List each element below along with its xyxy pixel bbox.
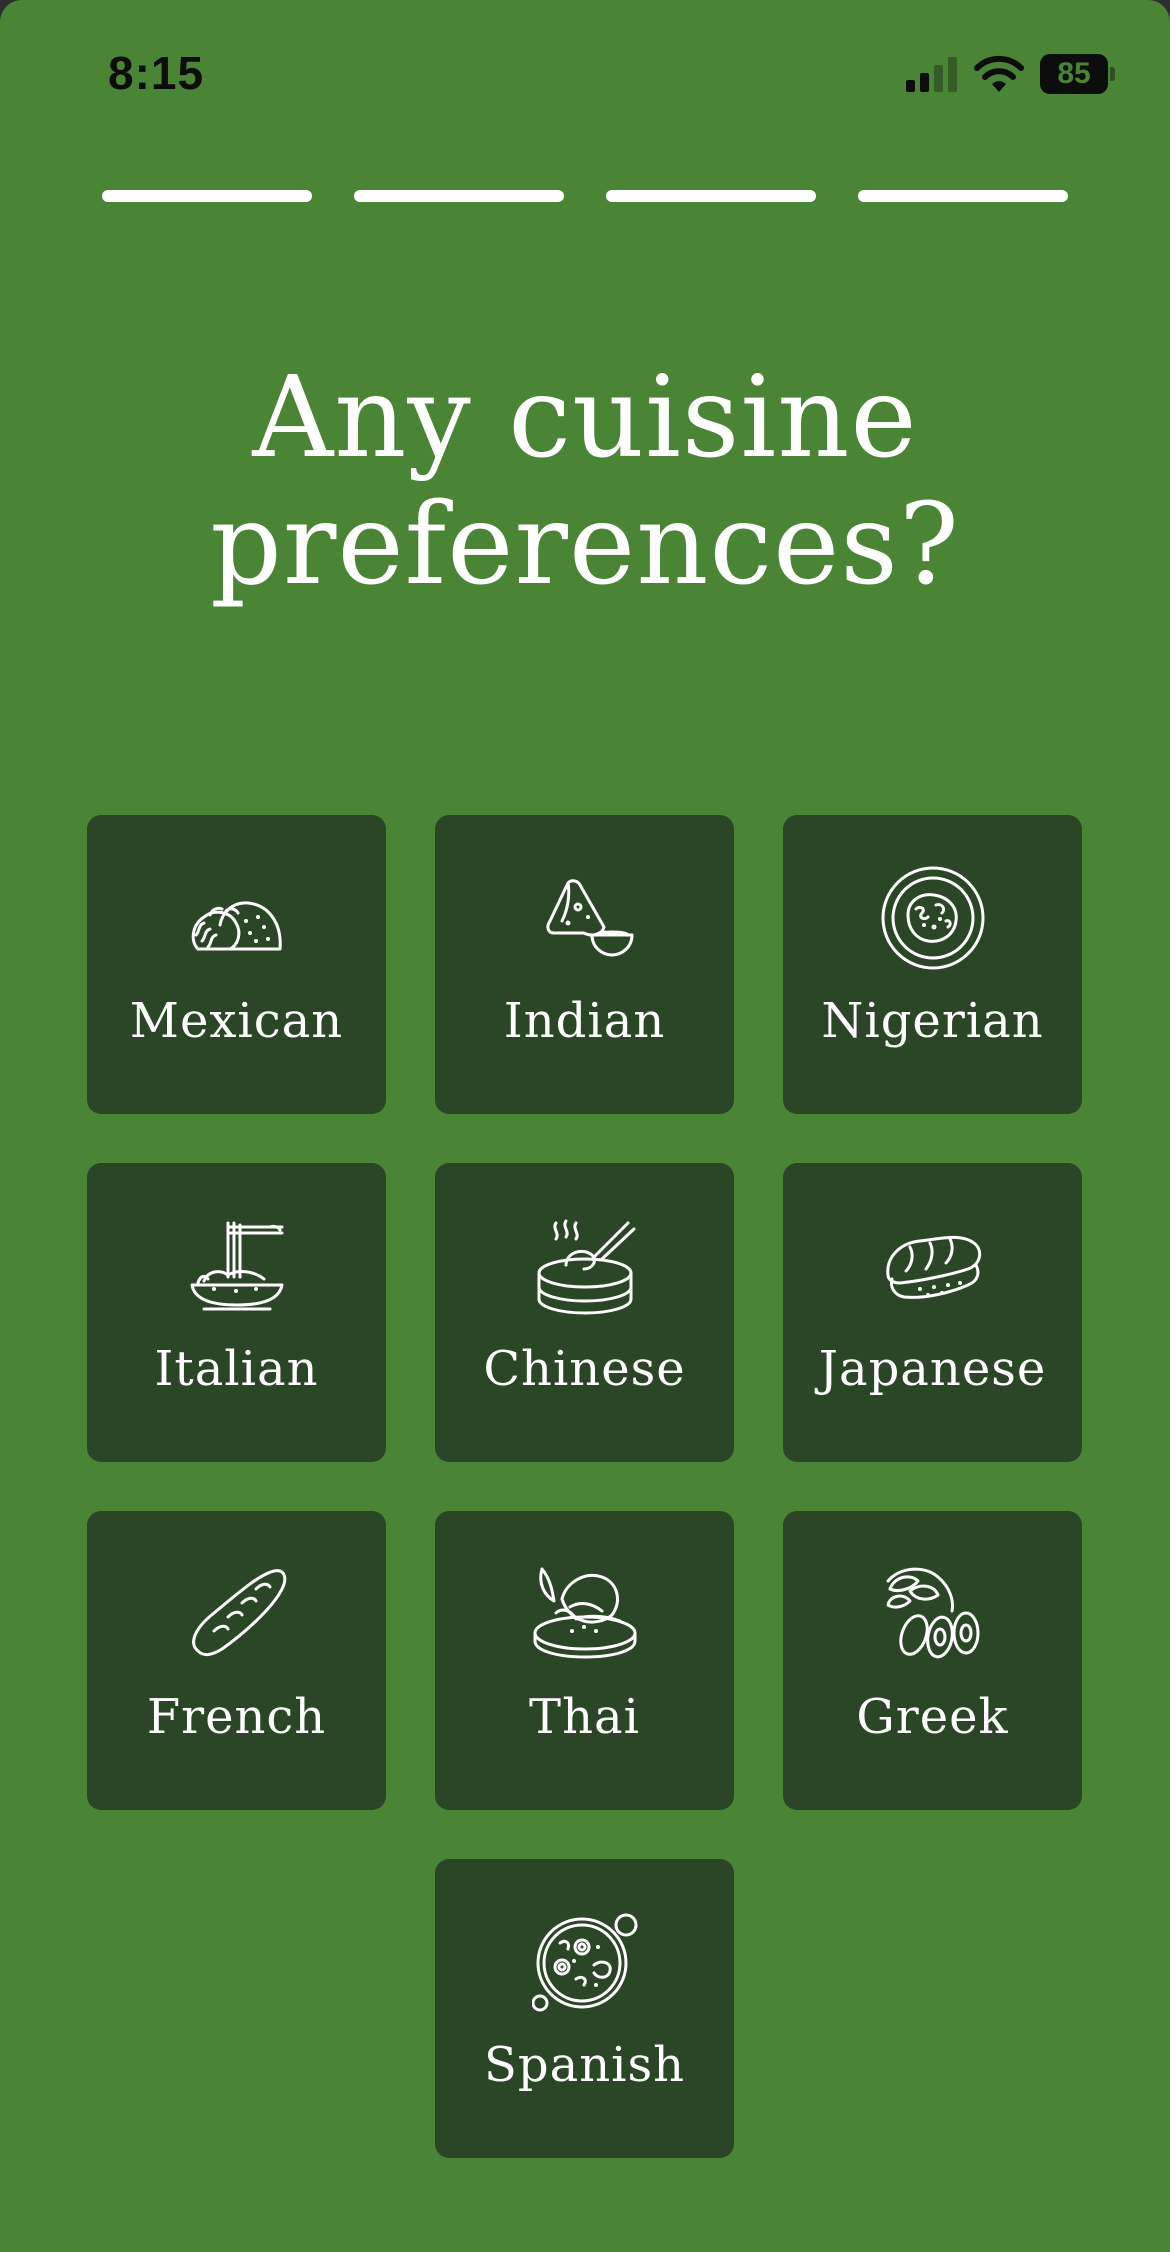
- cuisine-option-italian[interactable]: Italian: [87, 1163, 386, 1462]
- jollof-plate-icon: [880, 865, 986, 971]
- sushi-icon: [880, 1213, 986, 1319]
- progress-segment: [354, 190, 564, 202]
- cuisine-label: Nigerian: [821, 993, 1044, 1049]
- progress-segment: [102, 190, 312, 202]
- spaghetti-icon: [184, 1213, 290, 1319]
- cuisine-option-french[interactable]: French: [87, 1511, 386, 1810]
- cuisine-option-mexican[interactable]: Mexican: [87, 815, 386, 1114]
- cuisine-label: Greek: [856, 1689, 1009, 1745]
- cuisine-option-chinese[interactable]: Chinese: [435, 1163, 734, 1462]
- cuisine-option-nigerian[interactable]: Nigerian: [783, 815, 1082, 1114]
- title-line-2: preferences?: [210, 480, 960, 610]
- baguette-icon: [184, 1561, 290, 1667]
- wifi-icon: [974, 55, 1024, 92]
- title-line-1: Any cuisine: [252, 353, 918, 483]
- cuisine-label: Japanese: [818, 1341, 1047, 1397]
- battery-level: 85: [1040, 54, 1108, 94]
- status-time: 8:15: [108, 47, 205, 99]
- cuisine-option-indian[interactable]: Indian: [435, 815, 734, 1114]
- battery-indicator: 85: [1040, 54, 1115, 94]
- samosa-icon: [532, 865, 638, 971]
- onboarding-progress: [102, 190, 1068, 202]
- progress-segment: [606, 190, 816, 202]
- onboarding-screen: 8:15 85 Any cuisine preferences? Mexican…: [0, 0, 1170, 2252]
- cuisine-label: Spanish: [483, 2037, 686, 2093]
- dim-sum-steamer-icon: [532, 1213, 638, 1319]
- cuisine-option-greek[interactable]: Greek: [783, 1511, 1082, 1810]
- cuisine-option-thai[interactable]: Thai: [435, 1511, 734, 1810]
- cuisine-option-japanese[interactable]: Japanese: [783, 1163, 1082, 1462]
- cuisine-option-spanish[interactable]: Spanish: [435, 1859, 734, 2158]
- cuisine-label: Italian: [154, 1341, 319, 1397]
- taco-icon: [184, 865, 290, 971]
- battery-cap: [1110, 67, 1115, 81]
- cuisine-label: Chinese: [483, 1341, 686, 1397]
- cuisine-label: Indian: [503, 993, 666, 1049]
- cuisine-label: Mexican: [129, 993, 344, 1049]
- cuisine-label: French: [146, 1689, 327, 1745]
- cellular-signal-icon: [906, 57, 957, 92]
- paella-pan-icon: [532, 1909, 638, 2015]
- olives-icon: [880, 1561, 986, 1667]
- cuisine-label: Thai: [529, 1689, 640, 1745]
- page-title: Any cuisine preferences?: [0, 355, 1170, 609]
- progress-segment: [858, 190, 1068, 202]
- mango-sticky-rice-icon: [532, 1561, 638, 1667]
